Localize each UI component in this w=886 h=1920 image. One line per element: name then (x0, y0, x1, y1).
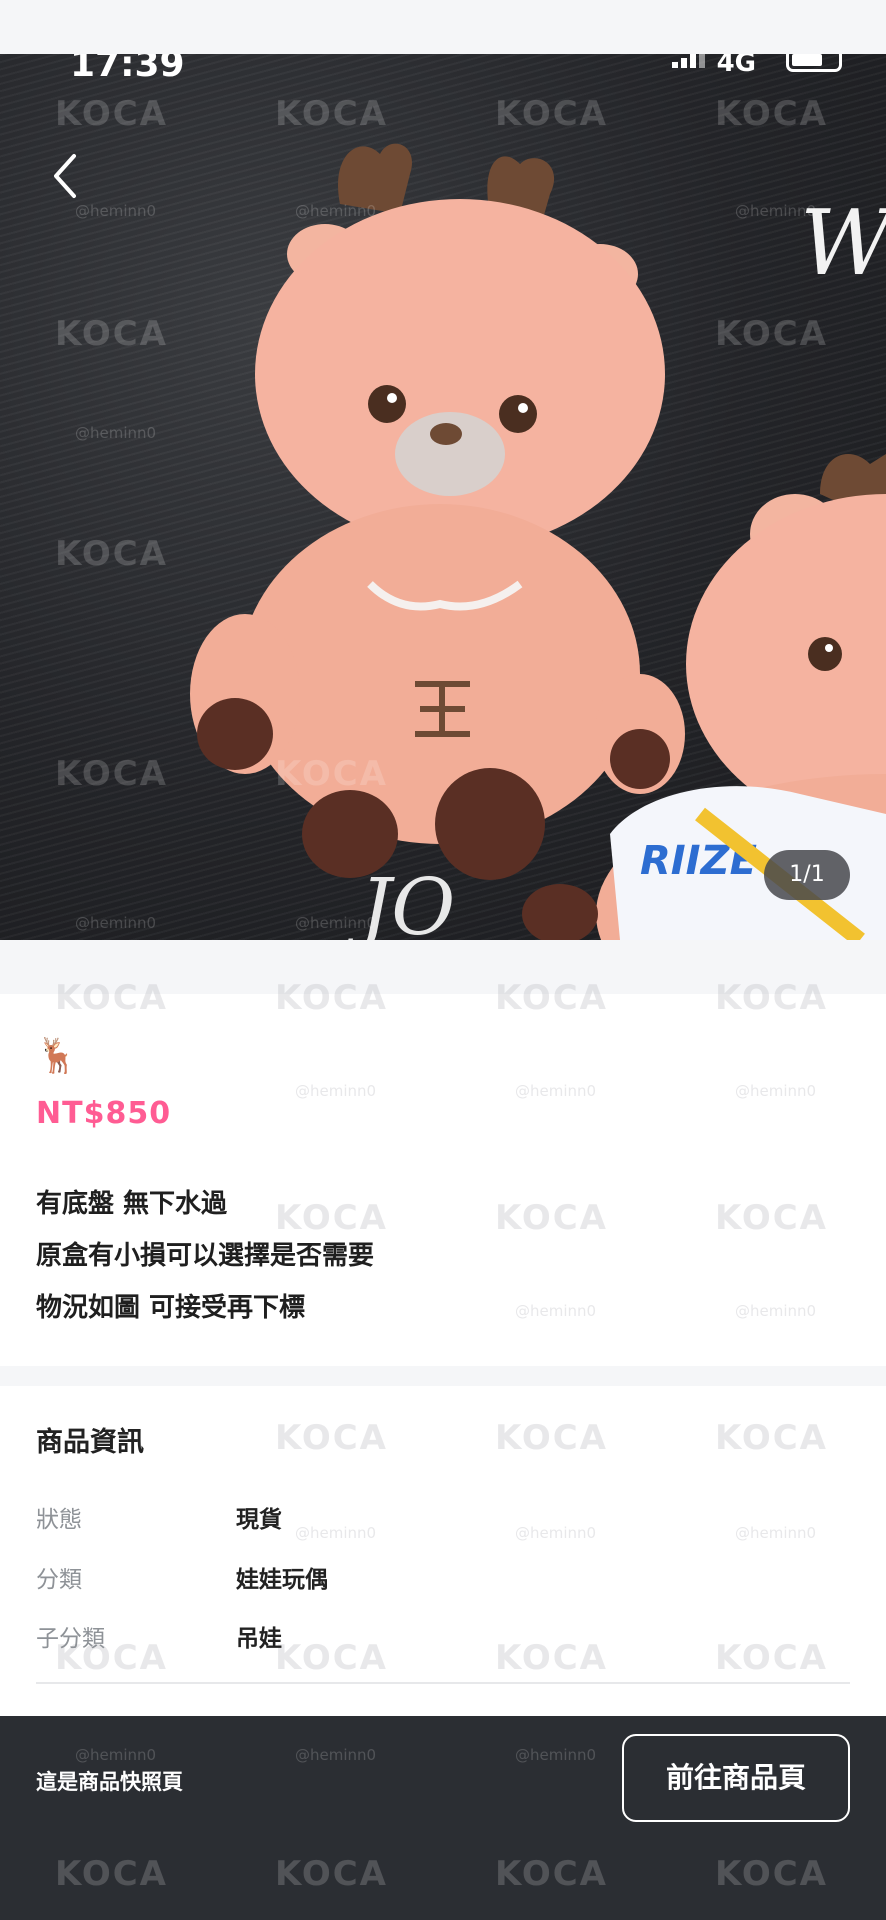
go-to-product-button[interactable]: 前往商品頁 (622, 1734, 850, 1822)
deer-plush-main (190, 143, 685, 880)
top-safe-area (0, 0, 886, 54)
deer-emoji: 🦌 (36, 1036, 79, 1076)
watermark-handle: @heminn0 (75, 1746, 157, 1764)
watermark-logo: KOCA (55, 1854, 168, 1894)
product-description: 有底盤 無下水過 原盒有小損可以選擇是否需要 物況如圖 可接受再下標 (36, 1178, 374, 1334)
status-time: 17:39 (70, 54, 185, 85)
watermark-logo: KOCA (715, 1854, 828, 1894)
spec-title: 商品資訊 (36, 1427, 144, 1458)
spec-key: 狀態 (36, 1507, 82, 1533)
status-bar: 17:39 4G (0, 54, 886, 98)
back-button[interactable] (46, 146, 86, 206)
description-line: 物況如圖 可接受再下標 (36, 1293, 306, 1323)
chevron-left-icon (54, 154, 76, 198)
product-photo[interactable]: W JO RIIZE KOCA KOCA KOCA KOCA @heminn0 … (0, 54, 886, 940)
product-price: NT$850 (36, 1096, 172, 1131)
image-counter: 1/1 (764, 850, 850, 900)
battery-icon (786, 54, 842, 72)
plush-illustration: W JO RIIZE (190, 143, 886, 940)
background-print-text: W (800, 191, 886, 296)
spec-row-subcategory: 子分類 吊娃 (36, 1619, 850, 1659)
spec-key: 分類 (36, 1567, 82, 1593)
spec-value: 吊娃 (236, 1626, 282, 1652)
signal-icon (672, 54, 705, 68)
spec-value: 現貨 (236, 1507, 282, 1533)
watermark-handle: @heminn0 (515, 1746, 597, 1764)
watermark-logo: KOCA (275, 1854, 388, 1894)
description-line: 有底盤 無下水過 (36, 1189, 228, 1219)
snapshot-label: 這是商品快照頁 (36, 1770, 183, 1794)
spec-row-category: 分類 娃娃玩偶 (36, 1560, 850, 1600)
watermark-handle: @heminn0 (295, 1746, 377, 1764)
watermark-logo: KOCA (495, 1854, 608, 1894)
spec-value: 娃娃玩偶 (236, 1567, 328, 1593)
spec-key: 子分類 (36, 1626, 105, 1652)
description-line: 原盒有小損可以選擇是否需要 (36, 1241, 375, 1271)
divider (36, 1682, 850, 1684)
network-type: 4G (716, 54, 756, 78)
spec-row-status: 狀態 現貨 (36, 1500, 850, 1540)
